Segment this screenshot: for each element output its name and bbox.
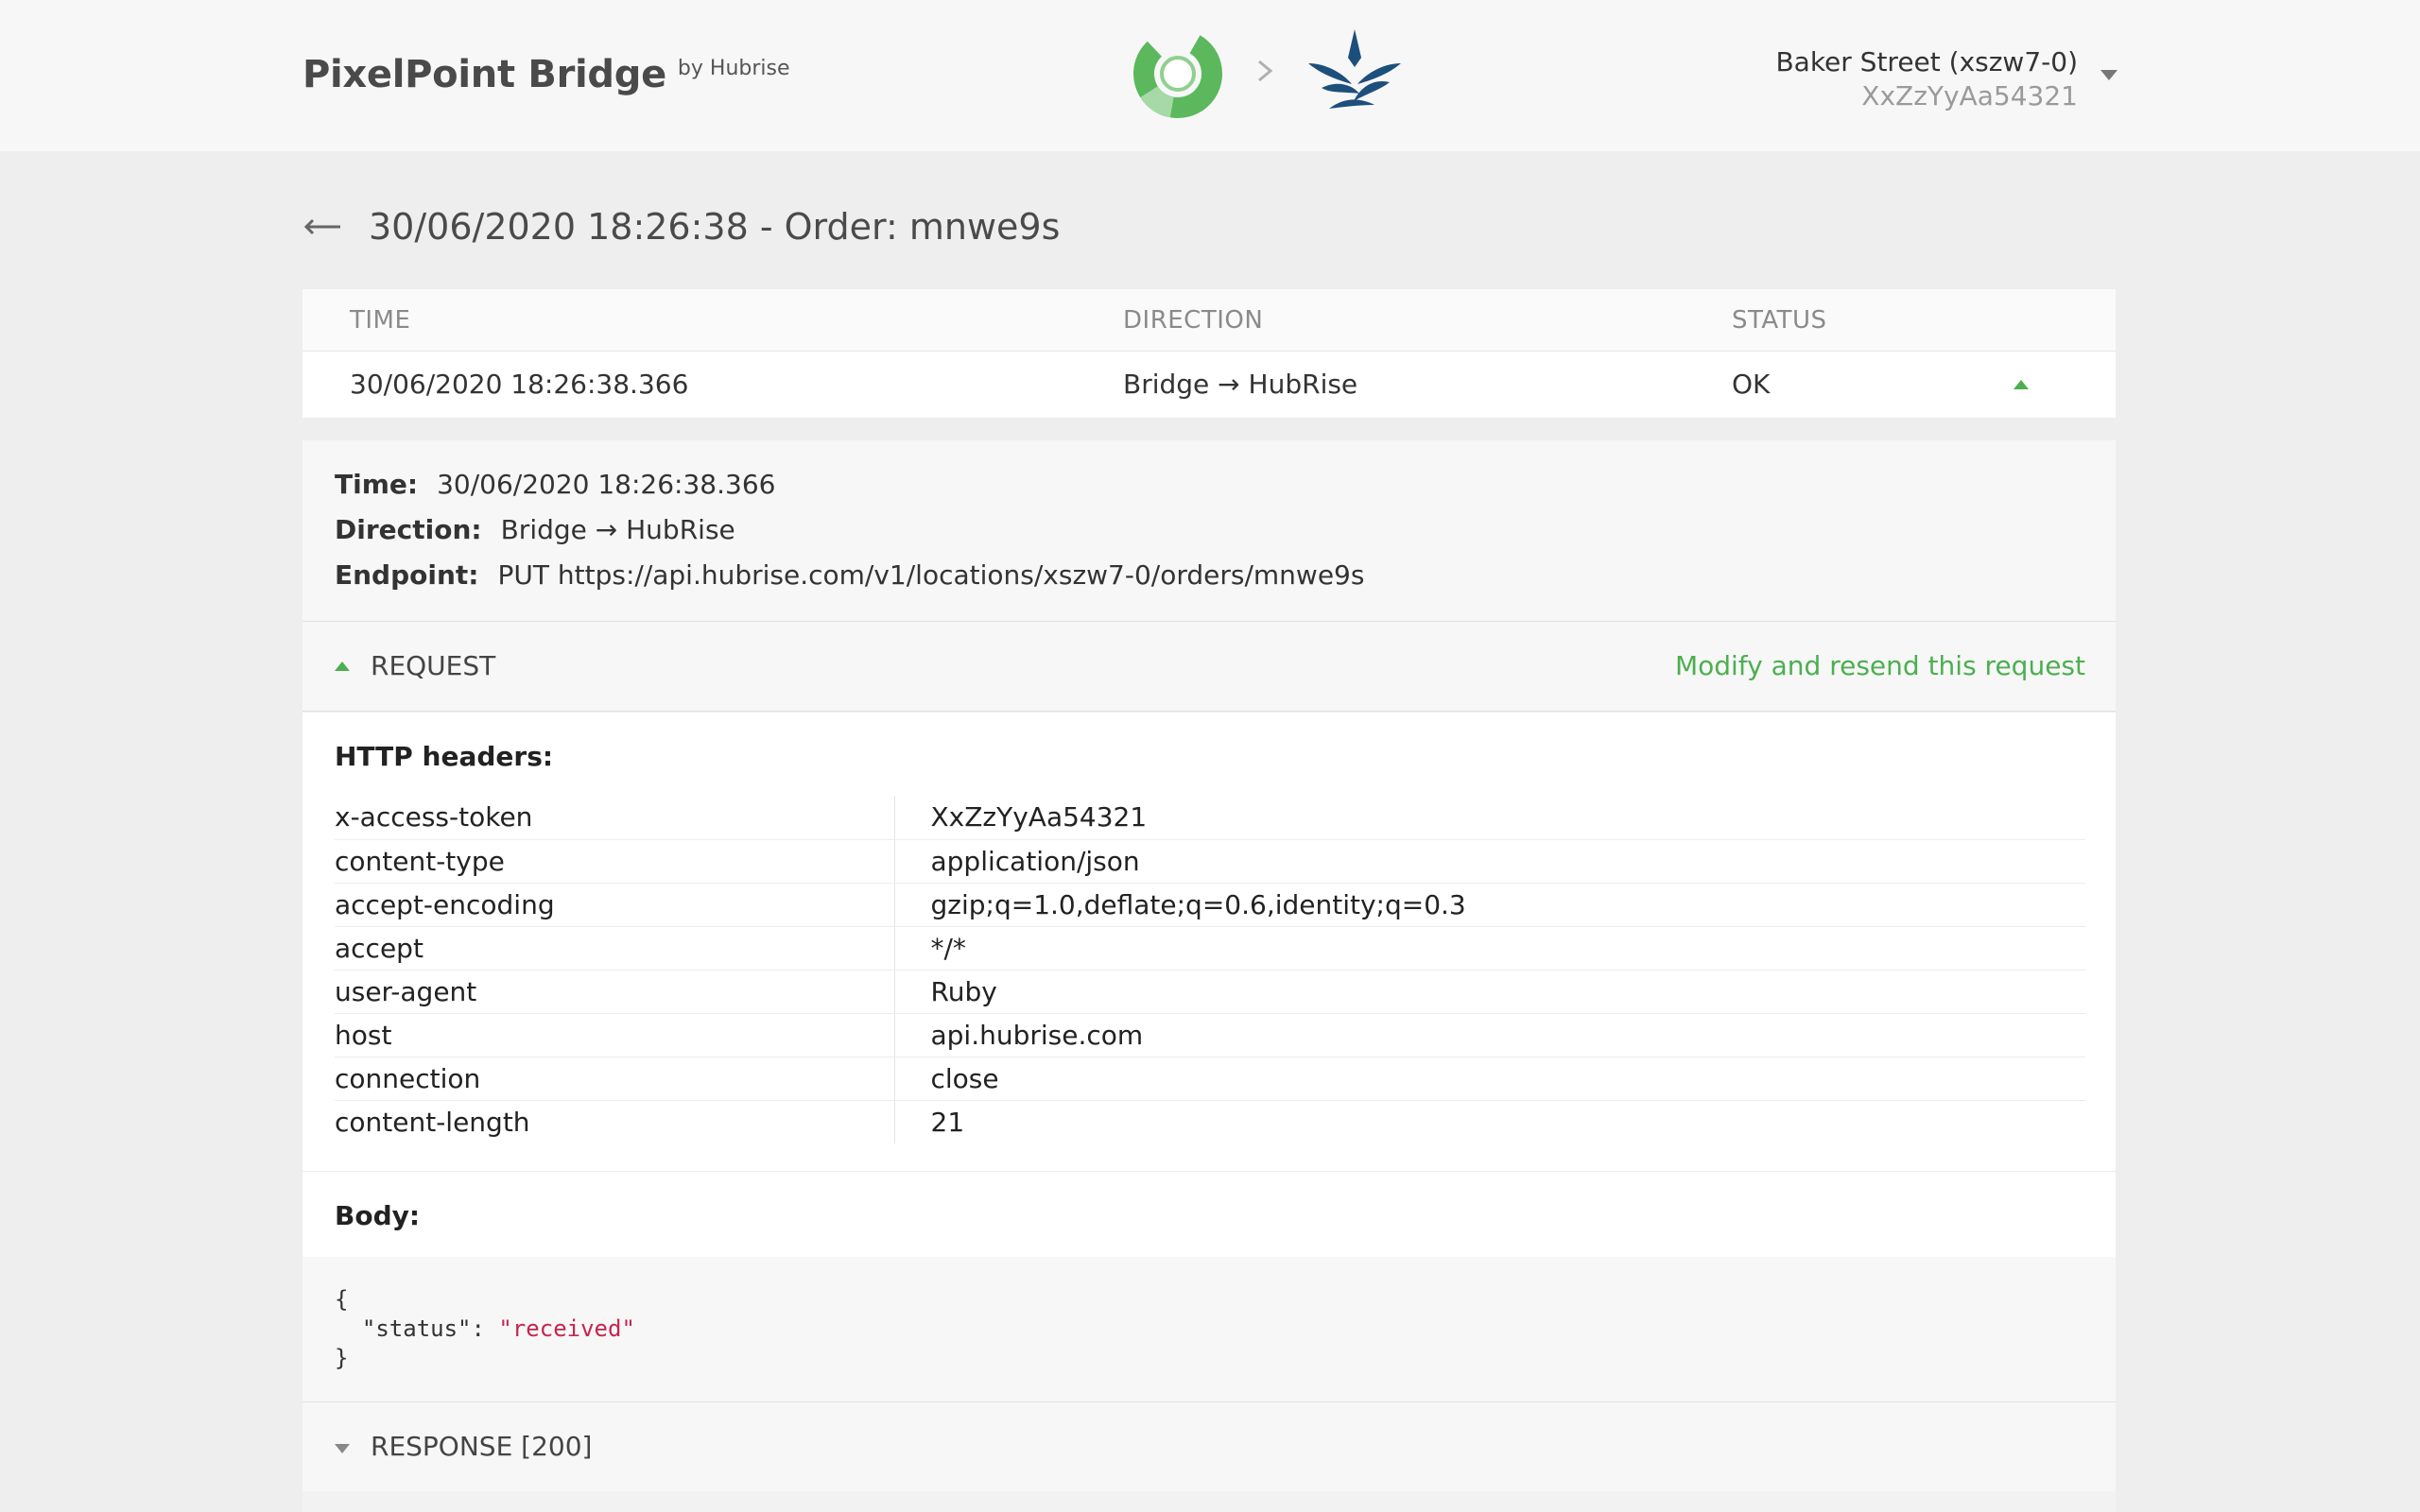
header-value: gzip;q=1.0,deflate;q=0.6,identity;q=0.3 bbox=[894, 883, 2085, 927]
json-separator: : bbox=[471, 1315, 499, 1342]
page-title-row: 30/06/2020 18:26:38 - Order: mnwe9s bbox=[302, 206, 1060, 248]
brand-by-label: by Hubrise bbox=[677, 57, 790, 80]
caret-down-icon[interactable] bbox=[335, 1444, 350, 1453]
table-row: content-type application/json bbox=[335, 839, 2085, 884]
response-panel-edge bbox=[302, 1491, 2116, 1512]
request-section-label[interactable]: REQUEST bbox=[371, 650, 495, 681]
header-value: Ruby bbox=[894, 970, 2085, 1014]
modify-resend-link[interactable]: Modify and resend this request bbox=[1675, 650, 2085, 681]
account-api-key: XxZzYyAa54321 bbox=[1861, 80, 2078, 112]
detail-direction: Direction: Bridge → HubRise bbox=[335, 514, 735, 545]
table-row: x-access-token XxZzYyAa54321 bbox=[335, 796, 2085, 840]
collapse-caret-up-icon[interactable] bbox=[2014, 380, 2029, 389]
row-direction: Bridge → HubRise bbox=[1123, 369, 1358, 400]
detail-direction-label: Direction: bbox=[335, 514, 482, 545]
column-header-time: TIME bbox=[350, 306, 411, 335]
json-key: "status" bbox=[361, 1315, 472, 1342]
header-key: accept-encoding bbox=[335, 883, 895, 927]
detail-time: Time: 30/06/2020 18:26:38.366 bbox=[335, 469, 775, 500]
header-key: connection bbox=[335, 1057, 895, 1101]
header-value: XxZzYyAa54321 bbox=[894, 796, 2085, 840]
detail-time-value: 30/06/2020 18:26:38.366 bbox=[437, 469, 776, 500]
header-key: content-length bbox=[335, 1100, 895, 1143]
detail-direction-value: Bridge → HubRise bbox=[500, 514, 735, 545]
account-switcher[interactable]: Baker Street (xszw7-0) XxZzYyAa54321 bbox=[1775, 45, 2078, 113]
detail-time-label: Time: bbox=[335, 469, 419, 500]
caret-down-icon[interactable] bbox=[2100, 70, 2118, 80]
header-value: application/json bbox=[894, 839, 2085, 884]
detail-endpoint-value: PUT https://api.hubrise.com/v1/locations… bbox=[497, 559, 1365, 591]
header-value: */* bbox=[894, 926, 2085, 971]
caret-up-icon[interactable] bbox=[335, 662, 350, 671]
column-header-direction: DIRECTION bbox=[1123, 306, 1264, 335]
header-key: accept bbox=[335, 926, 895, 971]
table-row: connection close bbox=[335, 1057, 2085, 1101]
brand: PixelPoint Bridge by Hubrise bbox=[302, 53, 790, 96]
detail-endpoint: Endpoint: PUT https://api.hubrise.com/v1/… bbox=[335, 559, 1364, 591]
table-row: accept-encoding gzip;q=1.0,deflate;q=0.6,… bbox=[335, 883, 2085, 927]
response-section-header[interactable]: RESPONSE [200] bbox=[302, 1402, 2116, 1491]
integration-logos bbox=[1131, 21, 1407, 121]
brand-title: PixelPoint Bridge bbox=[302, 53, 666, 96]
json-string-value: "received" bbox=[498, 1315, 635, 1342]
table-row: host api.hubrise.com bbox=[335, 1013, 2085, 1057]
log-table-header: TIME DIRECTION STATUS bbox=[302, 289, 2116, 352]
header-value: api.hubrise.com bbox=[894, 1013, 2085, 1057]
chevron-right-icon bbox=[1258, 60, 1273, 82]
table-row: content-length 21 bbox=[335, 1100, 2085, 1143]
account-name: Baker Street (xszw7-0) bbox=[1775, 46, 2078, 77]
request-body-title: Body: bbox=[335, 1200, 421, 1231]
table-row[interactable]: 30/06/2020 18:26:38.366 Bridge → HubRise… bbox=[302, 352, 2116, 418]
response-section-label[interactable]: RESPONSE [200] bbox=[371, 1431, 592, 1462]
header-key: host bbox=[335, 1013, 895, 1057]
back-arrow-icon[interactable] bbox=[302, 217, 342, 236]
request-body-label-wrap: Body: bbox=[302, 1172, 2116, 1257]
http-headers-table: x-access-token XxZzYyAa54321 content-type… bbox=[335, 796, 2085, 1143]
table-row: accept */* bbox=[335, 926, 2085, 971]
detail-endpoint-label: Endpoint: bbox=[335, 559, 479, 591]
log-details: Time: 30/06/2020 18:26:38.366 Direction: B… bbox=[302, 440, 2116, 622]
row-time: 30/06/2020 18:26:38.366 bbox=[350, 369, 689, 400]
request-body-code: { "status": "received" } bbox=[302, 1257, 2116, 1402]
pixelpoint-logo-icon bbox=[1133, 29, 1222, 118]
http-headers-title: HTTP headers: bbox=[335, 741, 554, 772]
header-value: 21 bbox=[930, 1106, 965, 1138]
json-open-brace: { bbox=[335, 1286, 349, 1313]
header-value: close bbox=[894, 1057, 2085, 1101]
json-code: { "status": "received" } bbox=[335, 1285, 635, 1373]
row-status: OK bbox=[1732, 369, 1771, 400]
app-header: PixelPoint Bridge by Hubrise Baker Stree… bbox=[0, 0, 2420, 151]
json-close-brace: } bbox=[335, 1345, 349, 1371]
column-header-status: STATUS bbox=[1732, 306, 1827, 335]
page-title: 30/06/2020 18:26:38 - Order: mnwe9s bbox=[369, 206, 1061, 248]
header-key: user-agent bbox=[335, 970, 895, 1014]
request-section-header[interactable]: REQUEST Modify and resend this request bbox=[302, 622, 2116, 712]
request-headers-panel: HTTP headers: x-access-token XxZzYyAa5432… bbox=[302, 713, 2116, 1172]
header-key: x-access-token bbox=[335, 796, 895, 840]
header-key: content-type bbox=[335, 839, 895, 884]
table-row: user-agent Ruby bbox=[335, 970, 2085, 1014]
hubrise-logo-icon bbox=[1308, 29, 1401, 109]
